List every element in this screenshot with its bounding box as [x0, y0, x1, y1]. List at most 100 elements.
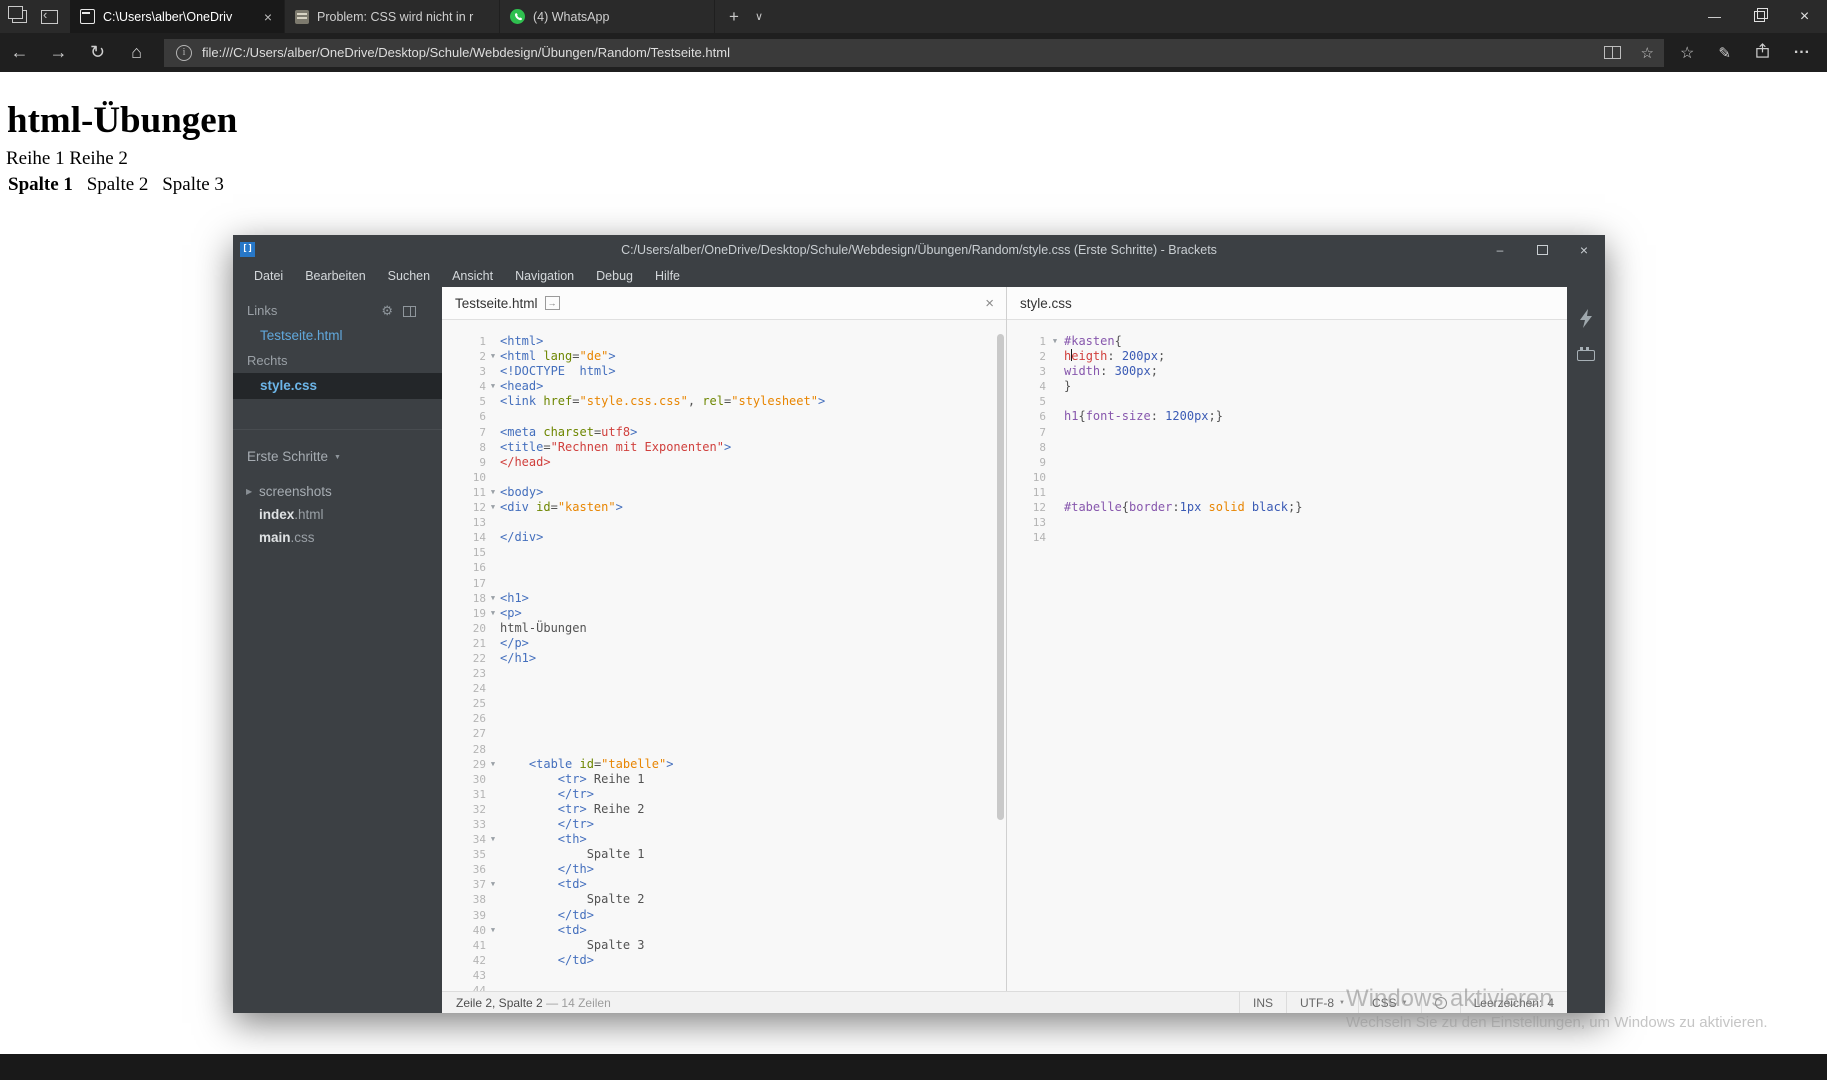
- code-line[interactable]: 5: [1007, 394, 1567, 409]
- extension-manager-icon[interactable]: [1577, 350, 1595, 361]
- set-tabs-aside-icon[interactable]: [41, 10, 58, 24]
- browser-tab-whatsapp[interactable]: (4) WhatsApp: [500, 0, 715, 33]
- code-line[interactable]: 30 <tr> Reihe 1: [442, 772, 1006, 787]
- code-line[interactable]: 19▼<p>: [442, 606, 1006, 621]
- pane-close-icon[interactable]: ×: [985, 295, 994, 312]
- code-line[interactable]: 1▼#kasten{: [1007, 334, 1567, 349]
- css-code-editor[interactable]: 1▼#kasten{2heigth: 200px;3width: 300px;4…: [1007, 320, 1567, 991]
- jump-to-file-icon[interactable]: →: [545, 296, 560, 310]
- close-button[interactable]: ×: [1782, 0, 1827, 33]
- working-file-stylecss[interactable]: style.css: [233, 373, 442, 399]
- ink-pen-icon[interactable]: ✎: [1718, 44, 1731, 62]
- code-line[interactable]: 44: [442, 983, 1006, 991]
- code-line[interactable]: 25: [442, 696, 1006, 711]
- right-pane-filename[interactable]: style.css: [1020, 296, 1072, 311]
- code-line[interactable]: 36 </th>: [442, 862, 1006, 877]
- insert-mode-indicator[interactable]: INS: [1239, 992, 1286, 1013]
- code-line[interactable]: 28: [442, 742, 1006, 757]
- code-line[interactable]: 4}: [1007, 379, 1567, 394]
- brackets-close-button[interactable]: ×: [1563, 235, 1605, 264]
- code-line[interactable]: 42 </td>: [442, 953, 1006, 968]
- code-line[interactable]: 29▼ <table id="tabelle">: [442, 757, 1006, 772]
- code-line[interactable]: 24: [442, 681, 1006, 696]
- menu-datei[interactable]: Datei: [243, 269, 294, 283]
- code-line[interactable]: 32 <tr> Reihe 2: [442, 802, 1006, 817]
- fold-arrow-icon[interactable]: ▼: [486, 379, 500, 394]
- tree-folder-screenshots[interactable]: ▶ screenshots: [233, 480, 442, 503]
- code-line[interactable]: 9: [1007, 455, 1567, 470]
- code-line[interactable]: 6h1{font-size: 1200px;}: [1007, 409, 1567, 424]
- problems-indicator[interactable]: [1421, 992, 1460, 1013]
- code-line[interactable]: 21</p>: [442, 636, 1006, 651]
- code-line[interactable]: 8<title="Rechnen mit Exponenten">: [442, 440, 1006, 455]
- code-line[interactable]: 17: [442, 576, 1006, 591]
- brackets-minimize-button[interactable]: –: [1479, 235, 1521, 264]
- code-line[interactable]: 12#tabelle{border:1px solid black;}: [1007, 500, 1567, 515]
- project-dropdown[interactable]: Erste Schritte▼: [233, 444, 442, 470]
- code-line[interactable]: 41 Spalte 3: [442, 938, 1006, 953]
- code-line[interactable]: 20html-Übungen: [442, 621, 1006, 636]
- menu-debug[interactable]: Debug: [585, 269, 644, 283]
- refresh-icon[interactable]: ↻: [78, 42, 117, 63]
- code-line[interactable]: 40▼ <td>: [442, 923, 1006, 938]
- code-line[interactable]: 33 </tr>: [442, 817, 1006, 832]
- code-line[interactable]: 7<meta charset=utf8>: [442, 425, 1006, 440]
- code-line[interactable]: 4▼<head>: [442, 379, 1006, 394]
- tab-list-chevron-icon[interactable]: ∨: [755, 10, 763, 23]
- fold-arrow-icon[interactable]: ▼: [486, 923, 500, 938]
- code-line[interactable]: 38 Spalte 2: [442, 892, 1006, 907]
- tree-file-main[interactable]: main.css: [233, 526, 442, 549]
- home-icon[interactable]: ⌂: [117, 42, 156, 63]
- minimize-button[interactable]: —: [1692, 0, 1737, 33]
- code-line[interactable]: 10: [442, 470, 1006, 485]
- code-line[interactable]: 43: [442, 968, 1006, 983]
- split-view-icon[interactable]: [403, 306, 416, 317]
- hub-favorites-icon[interactable]: ☆: [1680, 43, 1694, 63]
- code-line[interactable]: 34▼ <th>: [442, 832, 1006, 847]
- close-tab-icon[interactable]: ×: [262, 9, 274, 25]
- menu-suchen[interactable]: Suchen: [377, 269, 441, 283]
- code-line[interactable]: 31 </tr>: [442, 787, 1006, 802]
- tree-file-index[interactable]: index.html: [233, 503, 442, 526]
- menu-navigation[interactable]: Navigation: [504, 269, 585, 283]
- code-line[interactable]: 1<html>: [442, 334, 1006, 349]
- url-text[interactable]: file:///C:/Users/alber/OneDrive/Desktop/…: [202, 45, 1594, 60]
- fold-arrow-icon[interactable]: ▼: [486, 877, 500, 892]
- restore-button[interactable]: [1737, 0, 1782, 33]
- code-line[interactable]: 18▼<h1>: [442, 591, 1006, 606]
- fold-arrow-icon[interactable]: ▼: [486, 832, 500, 847]
- code-line[interactable]: 14</div>: [442, 530, 1006, 545]
- code-line[interactable]: 6: [442, 409, 1006, 424]
- fold-arrow-icon[interactable]: ▼: [486, 606, 500, 621]
- tab-preview-icon[interactable]: [12, 10, 27, 23]
- url-input[interactable]: i file:///C:/Users/alber/OneDrive/Deskto…: [164, 39, 1664, 67]
- working-file-testseite[interactable]: Testseite.html: [233, 323, 442, 349]
- code-line[interactable]: 3<!DOCTYPE html>: [442, 364, 1006, 379]
- encoding-selector[interactable]: UTF-8▼: [1286, 992, 1358, 1013]
- code-line[interactable]: 9</head>: [442, 455, 1006, 470]
- language-selector[interactable]: CSS▼: [1358, 992, 1421, 1013]
- menu-ansicht[interactable]: Ansicht: [441, 269, 504, 283]
- fold-arrow-icon[interactable]: ▼: [486, 485, 500, 500]
- back-icon[interactable]: ←: [0, 42, 39, 63]
- code-line[interactable]: 8: [1007, 440, 1567, 455]
- code-line[interactable]: 14: [1007, 530, 1567, 545]
- code-line[interactable]: 5<link href="style.css.css", rel="styles…: [442, 394, 1006, 409]
- fold-arrow-icon[interactable]: ▼: [486, 591, 500, 606]
- info-icon[interactable]: i: [176, 45, 192, 61]
- code-line[interactable]: 22</h1>: [442, 651, 1006, 666]
- new-tab-button[interactable]: +: [729, 7, 739, 27]
- more-icon[interactable]: ···: [1794, 44, 1810, 62]
- menu-hilfe[interactable]: Hilfe: [644, 269, 691, 283]
- brackets-title-bar[interactable]: [] C:/Users/alber/OneDrive/Desktop/Schul…: [233, 235, 1605, 264]
- code-line[interactable]: 39 </td>: [442, 908, 1006, 923]
- code-line[interactable]: 2▼<html lang="de">: [442, 349, 1006, 364]
- html-code-editor[interactable]: 1<html>2▼<html lang="de">3<!DOCTYPE html…: [442, 320, 1006, 991]
- left-pane-filename[interactable]: Testseite.html: [455, 296, 538, 311]
- share-icon[interactable]: [1755, 43, 1770, 63]
- forward-icon[interactable]: →: [39, 42, 78, 63]
- code-line[interactable]: 3width: 300px;: [1007, 364, 1567, 379]
- code-line[interactable]: 10: [1007, 470, 1567, 485]
- menu-bearbeiten[interactable]: Bearbeiten: [294, 269, 376, 283]
- fold-arrow-icon[interactable]: ▼: [486, 349, 500, 364]
